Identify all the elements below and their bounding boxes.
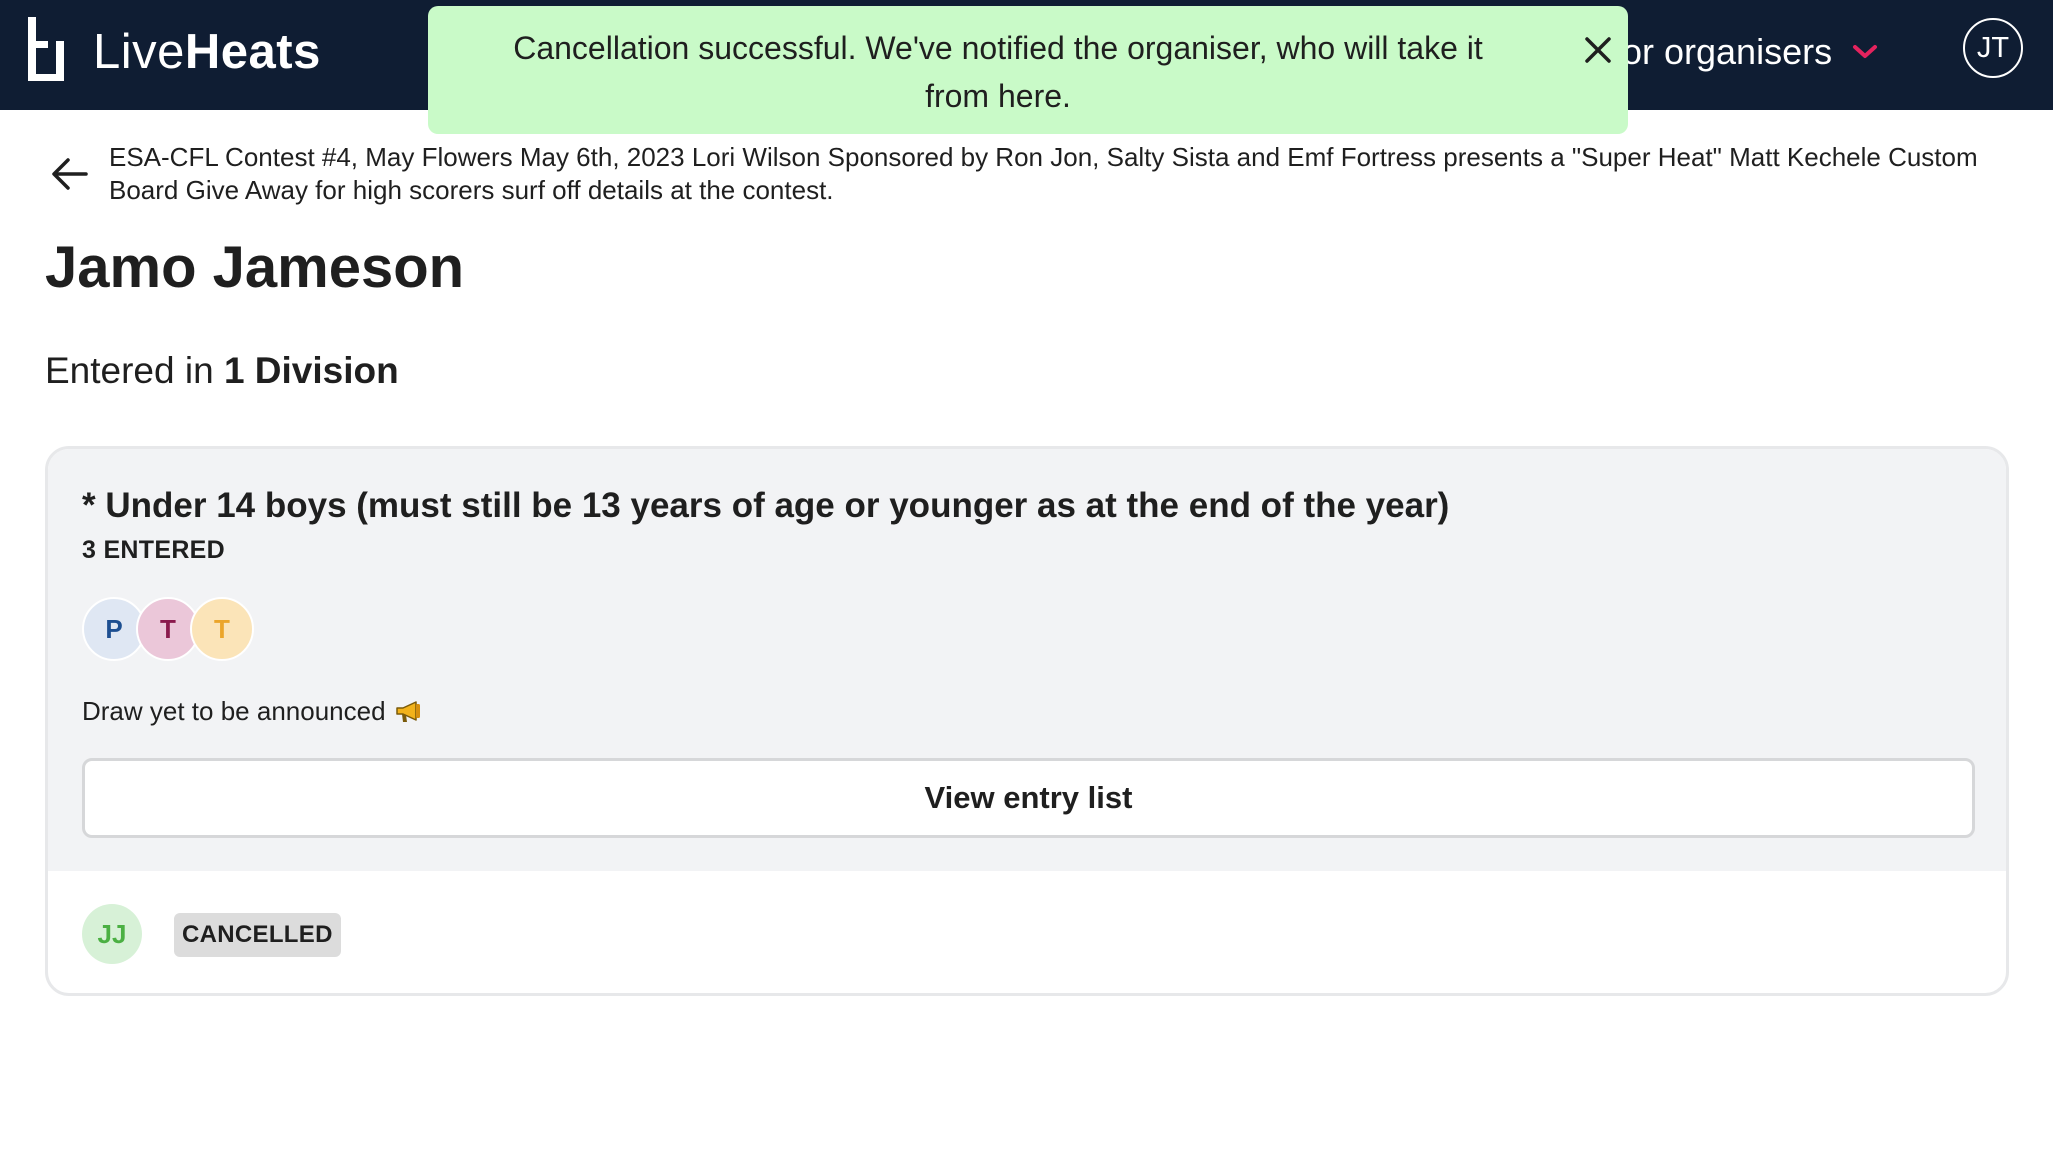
toast-message: Cancellation successful. We've notified … [513,30,1483,114]
logo-text-light: Live [93,25,185,79]
for-organisers-menu[interactable]: For organisers [1600,26,1878,78]
entrant-avatars: P T T [82,597,282,661]
arrow-left-icon[interactable] [48,152,92,196]
entrant-avatar: T [190,597,254,661]
success-toast: Cancellation successful. We've notified … [428,6,1628,134]
division-card-header: * Under 14 boys (must still be 13 years … [48,449,2006,871]
close-icon [1585,37,1611,63]
for-organisers-label: For organisers [1600,31,1833,72]
liveheats-logo-icon[interactable] [28,17,64,81]
user-avatar[interactable]: JT [1963,18,2023,78]
division-entered-count: 3 ENTERED [82,536,226,564]
athlete-name: Jamo Jameson [45,235,465,300]
event-title: ESA-CFL Contest #4, May Flowers May 6th,… [109,142,1978,205]
entered-division-count: 1 Division [223,350,399,391]
megaphone-icon [395,700,420,722]
chevron-down-icon [1853,45,1878,58]
view-entry-list-button[interactable]: View entry list [82,758,1975,838]
division-card: * Under 14 boys (must still be 13 years … [45,446,2009,996]
draw-status: Draw yet to be announced [82,696,424,727]
entered-prefix: Entered in [45,350,214,391]
entered-summary: Entered in 1 Division [45,350,399,392]
toast-close-button[interactable] [1578,30,1618,70]
status-badge: CANCELLED [174,913,341,957]
logo-text-bold: Heats [184,25,321,79]
draw-status-text: Draw yet to be announced [82,696,386,726]
liveheats-logo-text[interactable]: LiveHeats [93,24,321,80]
entry-avatar: JJ [82,904,142,964]
division-title: * Under 14 boys (must still be 13 years … [82,486,1450,525]
